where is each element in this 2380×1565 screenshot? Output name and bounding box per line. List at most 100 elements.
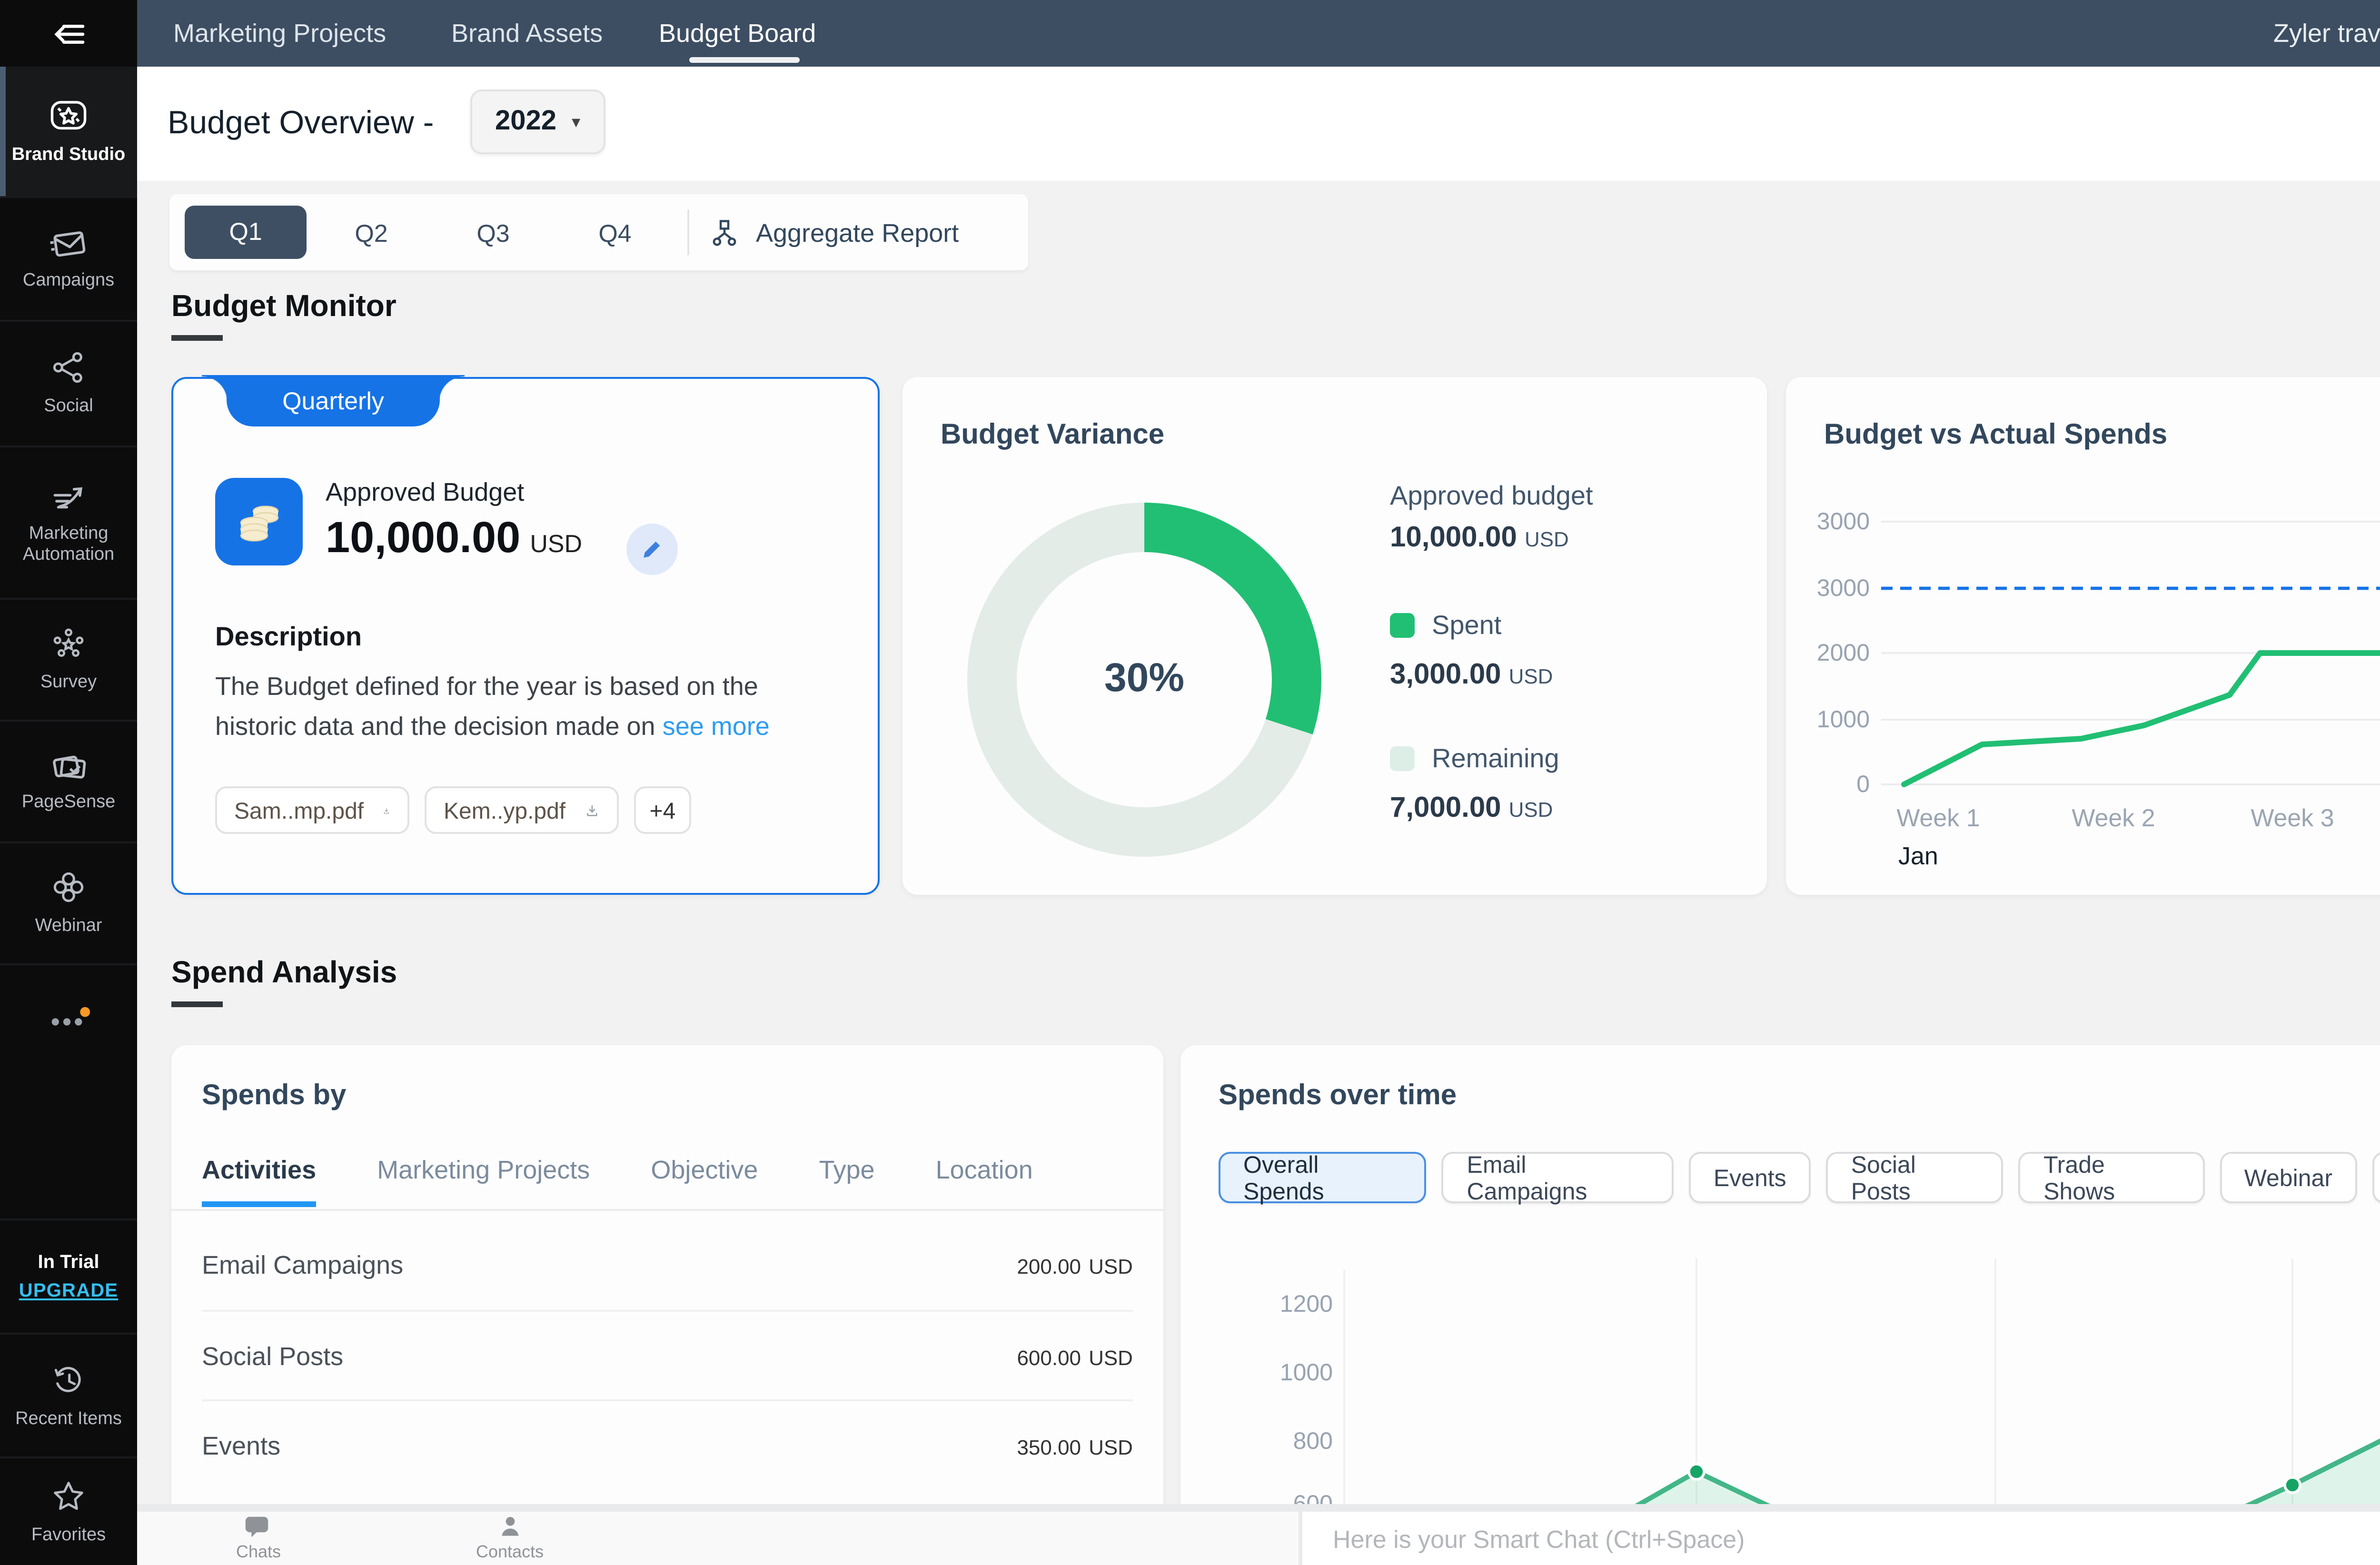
tab-marketing-projects[interactable]: Marketing Projects bbox=[173, 0, 386, 67]
y-tick: 0 bbox=[1856, 771, 1870, 797]
spent-legend-value: 3,000.00USD bbox=[1390, 659, 1553, 691]
sidebar-item-survey[interactable]: Survey bbox=[0, 598, 137, 720]
org-selector[interactable]: Zyler travels ▾ bbox=[2273, 0, 2380, 67]
social-share-icon bbox=[48, 349, 89, 387]
approved-budget-legend-label: Approved budget bbox=[1390, 480, 1593, 510]
pagesense-icon bbox=[48, 749, 89, 783]
sidebar-more-apps[interactable] bbox=[0, 963, 137, 1070]
quarterly-ribbon: Quarterly bbox=[227, 376, 440, 427]
pencil-icon bbox=[640, 537, 664, 562]
sidebar-item-label: Brand Studio bbox=[8, 144, 129, 166]
file-name: Kem..yp.pdf bbox=[444, 797, 565, 823]
tab-activities[interactable]: Activities bbox=[202, 1156, 316, 1207]
contacts-label: Contacts bbox=[476, 1542, 544, 1561]
amount-value: 10,000.00 bbox=[326, 512, 520, 562]
section-underline bbox=[171, 335, 223, 340]
budget-variance-card: Budget Variance 30% Approved budget 10,0… bbox=[902, 377, 1767, 895]
webinar-icon bbox=[48, 869, 89, 907]
sidebar-item-marketing-automation[interactable]: Marketing Automation bbox=[0, 446, 137, 598]
sidebar-item-campaigns[interactable]: Campaigns bbox=[0, 196, 137, 320]
sidebar-item-favorites[interactable]: Favorites bbox=[0, 1456, 137, 1565]
edit-budget-button[interactable] bbox=[626, 524, 678, 575]
tab-q2[interactable]: Q2 bbox=[310, 218, 432, 247]
ellipsis-more-icon bbox=[44, 1002, 93, 1033]
menu-collapse-icon bbox=[50, 14, 88, 52]
sidebar-item-pagesense[interactable]: PageSense bbox=[0, 720, 137, 842]
tab-q4[interactable]: Q4 bbox=[554, 218, 676, 247]
year-value: 2022 bbox=[495, 107, 556, 137]
recent-items-icon bbox=[48, 1361, 89, 1399]
budget-vs-actual-card: Budget vs Actual Spends 3000 3000 2000 1… bbox=[1786, 377, 2380, 895]
sidebar-item-recent-items[interactable]: Recent Items bbox=[0, 1333, 137, 1456]
description-text: The Budget defined for the year is based… bbox=[215, 666, 824, 746]
contacts-person-icon bbox=[496, 1514, 523, 1540]
download-icon bbox=[383, 799, 390, 822]
trial-status: In Trial bbox=[38, 1252, 99, 1273]
tab-location[interactable]: Location bbox=[936, 1156, 1033, 1207]
bva-polyline bbox=[1904, 626, 2380, 784]
tab-objective[interactable]: Objective bbox=[651, 1156, 758, 1207]
chats-label: Chats bbox=[236, 1542, 281, 1561]
remaining-swatch bbox=[1390, 746, 1415, 771]
sidebar-item-social[interactable]: Social bbox=[0, 320, 137, 446]
sidebar-item-label: Social bbox=[40, 396, 97, 418]
sidebar-item-label: PageSense bbox=[18, 792, 119, 814]
spend-row-email-campaigns[interactable]: Email Campaigns 200.00USD bbox=[202, 1220, 1133, 1310]
upgrade-link[interactable]: UPGRADE bbox=[19, 1280, 118, 1301]
page-header: Budget Overview - 2022 ▾ bbox=[137, 67, 2380, 181]
contacts-button[interactable]: Contacts bbox=[476, 1514, 544, 1561]
row-label: Social Posts bbox=[202, 1341, 343, 1370]
remaining-legend-value: 7,000.00USD bbox=[1390, 792, 1553, 824]
x-tick: Week 1 bbox=[1896, 804, 1980, 832]
spends-by-card: Spends by Activities Marketing Projects … bbox=[171, 1045, 1163, 1565]
quarter-tab-bar: Q1 Q2 Q3 Q4 Aggregate Report bbox=[169, 194, 1028, 270]
y-tick: 3000 bbox=[1817, 508, 1870, 535]
description-label: Description bbox=[215, 621, 362, 651]
y-tick: 1000 bbox=[1817, 706, 1870, 733]
page-title: Budget Overview - bbox=[168, 105, 434, 143]
aggregate-report-button[interactable]: Aggregate Report bbox=[708, 216, 959, 248]
chats-button[interactable]: Chats bbox=[236, 1514, 281, 1561]
brand-studio-icon bbox=[48, 97, 89, 135]
budget-vs-actual-chart: 3000 3000 2000 1000 0 Week 1 Week 2 Week… bbox=[1786, 377, 2380, 895]
sidebar-item-brand-studio[interactable]: Brand Studio bbox=[0, 67, 137, 196]
row-value: 600.00USD bbox=[1009, 1341, 1133, 1370]
bottom-bar: Chats Contacts bbox=[137, 1504, 2380, 1565]
attachment-chip[interactable]: Sam..mp.pdf bbox=[215, 786, 409, 834]
spends-over-time-card: Spends over time Overall Spends Email Ca… bbox=[1180, 1045, 2380, 1565]
sot-dot bbox=[2285, 1477, 2300, 1493]
spend-row-social-posts[interactable]: Social Posts 600.00USD bbox=[202, 1310, 1133, 1399]
sidebar: Brand Studio Campaigns Social bbox=[0, 67, 137, 1565]
variance-donut: 30% bbox=[967, 503, 1321, 857]
tab-brand-assets[interactable]: Brand Assets bbox=[451, 0, 603, 67]
collapse-sidebar-button[interactable] bbox=[0, 0, 137, 67]
campaigns-icon bbox=[48, 226, 89, 260]
tab-marketing-projects[interactable]: Marketing Projects bbox=[377, 1156, 590, 1207]
tab-q3[interactable]: Q3 bbox=[432, 218, 554, 247]
sot-dot bbox=[1689, 1464, 1704, 1479]
x-tick: Week 3 bbox=[2251, 804, 2334, 832]
see-more-link[interactable]: see more bbox=[663, 712, 770, 741]
month-label: Jan bbox=[1898, 842, 1938, 870]
row-label: Events bbox=[202, 1431, 280, 1459]
smart-chat-input[interactable] bbox=[1302, 1512, 2380, 1565]
aggregate-report-icon bbox=[708, 216, 741, 248]
app-window: Marketing Projects Brand Assets Budget B… bbox=[0, 0, 2380, 1565]
sidebar-item-webinar[interactable]: Webinar bbox=[0, 842, 137, 963]
section-underline bbox=[171, 1001, 223, 1006]
y-tick: 1200 bbox=[1280, 1290, 1333, 1317]
sidebar-item-label: Survey bbox=[37, 673, 100, 694]
section-title-budget-monitor: Budget Monitor bbox=[171, 291, 397, 326]
spends-over-time-chart: 1200 1000 800 600 bbox=[1180, 1045, 2380, 1565]
sidebar-item-label: Marketing Automation bbox=[0, 523, 137, 566]
year-dropdown[interactable]: 2022 ▾ bbox=[470, 89, 605, 154]
tab-budget-board[interactable]: Budget Board bbox=[659, 0, 816, 67]
description-line2: historic data and the decision made on bbox=[215, 712, 655, 741]
spend-row-events[interactable]: Events 350.00USD bbox=[202, 1399, 1133, 1489]
tab-q1[interactable]: Q1 bbox=[185, 206, 307, 259]
attachment-chip[interactable]: Kem..yp.pdf bbox=[425, 786, 619, 834]
trial-upgrade-block: In Trial UPGRADE bbox=[0, 1218, 137, 1333]
tab-type[interactable]: Type bbox=[819, 1156, 874, 1207]
sidebar-item-label: Campaigns bbox=[19, 270, 118, 292]
more-attachments-chip[interactable]: +4 bbox=[634, 786, 691, 834]
